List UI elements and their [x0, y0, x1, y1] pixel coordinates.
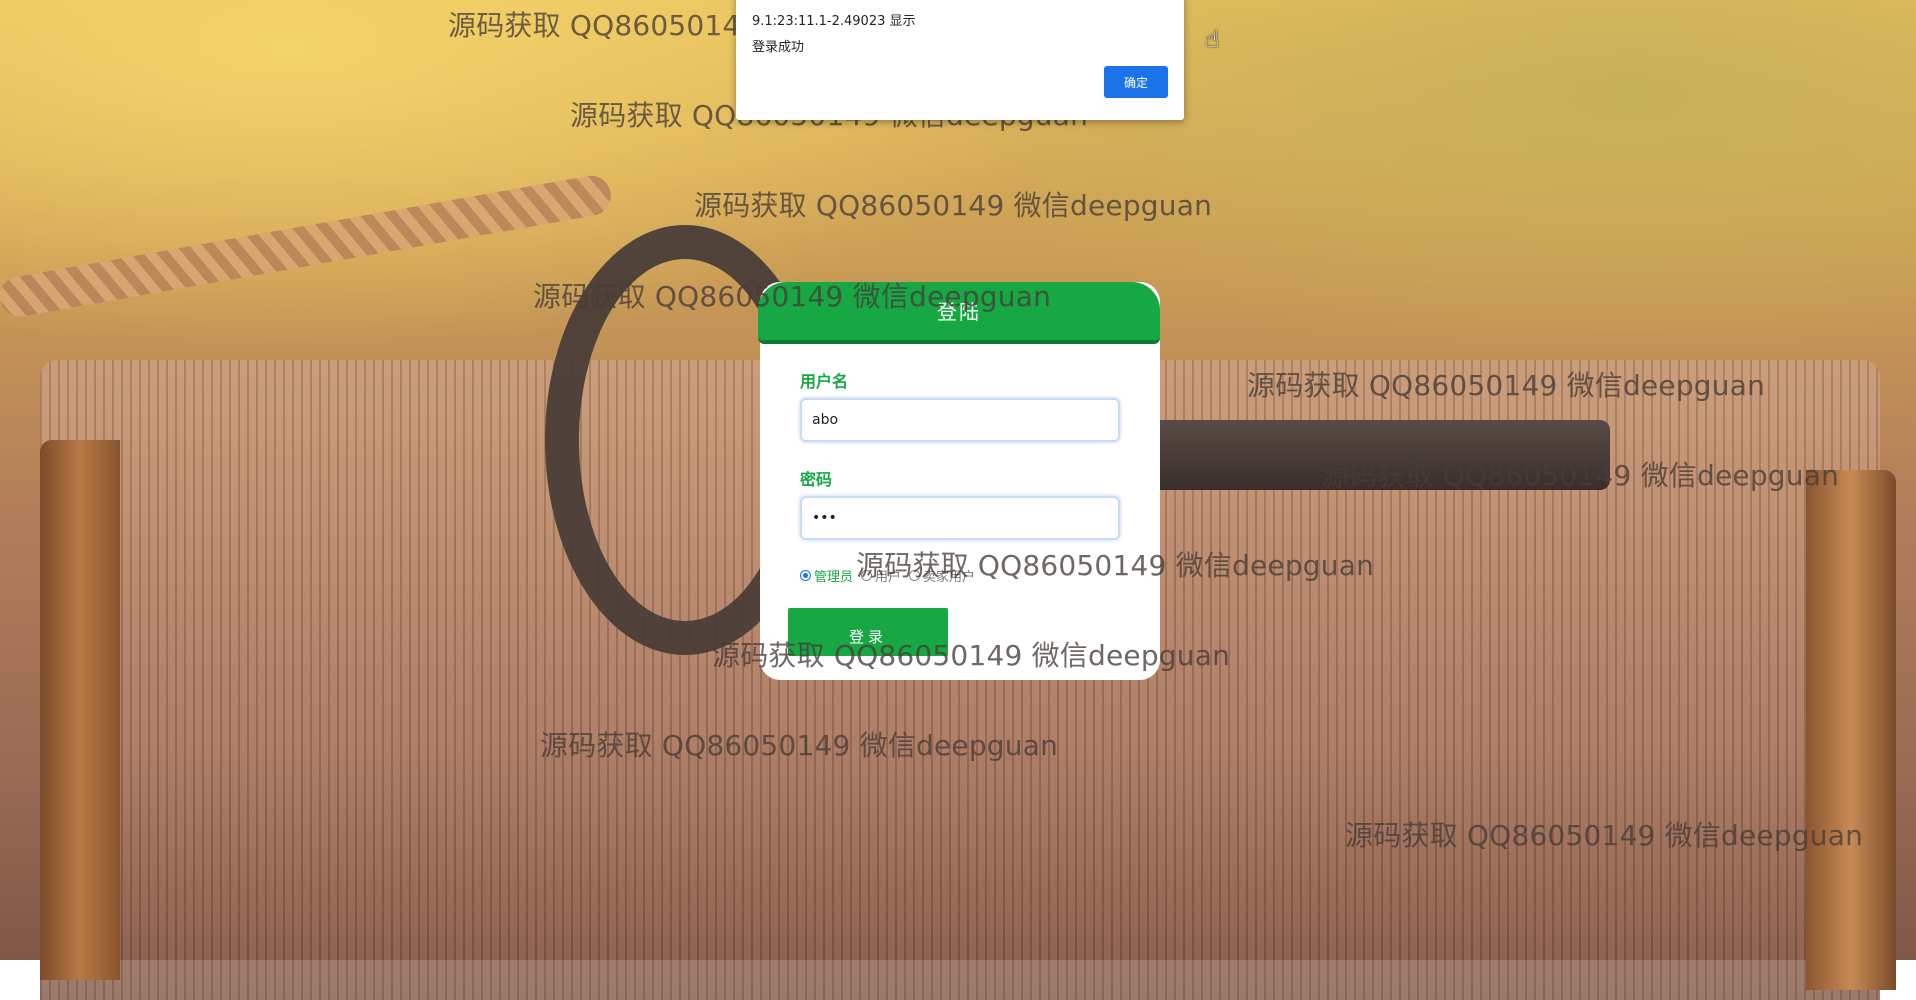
- watermark-text: 源码获取 QQ86050149 微信deepguan: [694, 189, 1213, 222]
- watermark-text: 源码获取 QQ86050149 微信deepguan: [533, 280, 1052, 313]
- watermark-text: 源码获取 QQ86050149 微信deepguan: [1321, 459, 1840, 492]
- username-input[interactable]: [800, 398, 1120, 442]
- alert-message: 登录成功: [752, 40, 805, 55]
- watermark-text: 源码获取 QQ86050149 微信deepguan: [1345, 819, 1864, 852]
- login-card: 登陆 用户名 密码 管理员 用户 卖家用户 登录: [758, 282, 1160, 680]
- alert-dialog: 9.1:23:11.1-2.49023 显示 登录成功 确定: [736, 0, 1184, 120]
- watermark-text: 源码获取 QQ86050149 微信deepguan: [1247, 369, 1766, 402]
- password-label: 密码: [800, 470, 833, 489]
- book-spine-right: [1806, 470, 1896, 990]
- role-label-admin: 管理员: [814, 569, 854, 585]
- watermark-text: 源码获取 QQ86050149 微信deepguan: [540, 729, 1059, 762]
- password-input[interactable]: [800, 496, 1120, 540]
- role-option-admin[interactable]: 管理员: [800, 566, 853, 585]
- watermark-text: 源码获取 QQ86050149 微信deepguan: [712, 639, 1231, 672]
- username-label: 用户名: [800, 372, 849, 391]
- watermark-text: 源码获取 QQ86050149 微信deepguan: [856, 549, 1375, 582]
- alert-host-text: 9.1:23:11.1-2.49023 显示: [752, 14, 916, 29]
- hand-cursor-icon: ☝: [1205, 25, 1220, 53]
- radio-checked-icon: [800, 569, 811, 581]
- alert-ok-button[interactable]: 确定: [1104, 66, 1168, 98]
- book-spine-left: [40, 440, 120, 980]
